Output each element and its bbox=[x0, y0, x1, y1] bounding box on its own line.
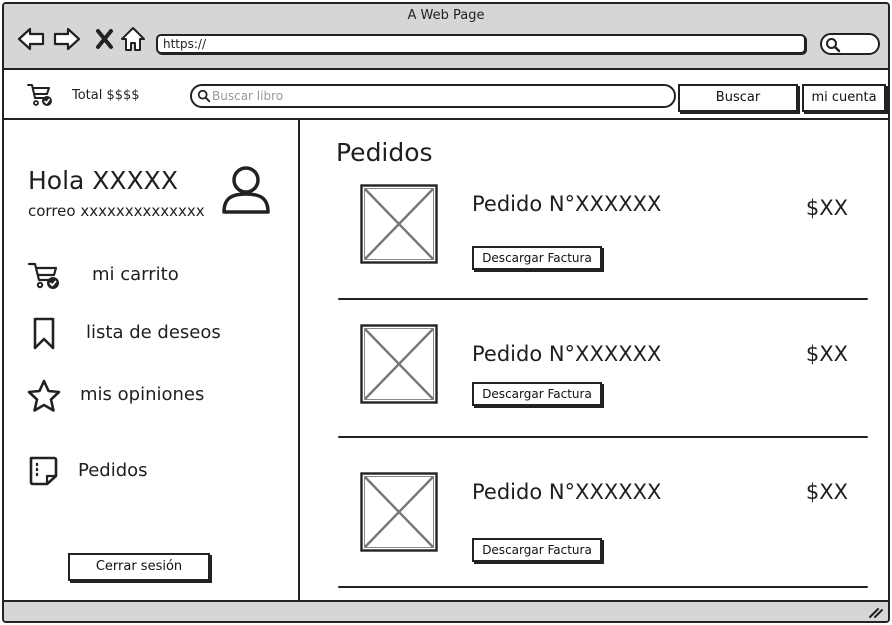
home-icon[interactable] bbox=[118, 24, 148, 54]
sidebar-item-label: mis opiniones bbox=[80, 384, 205, 405]
cart-total: Total $$$$ bbox=[72, 88, 140, 103]
browser-toolbar: A Web Page https:// bbox=[4, 4, 888, 70]
sidebar-item-label: Pedidos bbox=[78, 460, 148, 481]
book-search-input[interactable] bbox=[212, 87, 652, 105]
cart-icon[interactable] bbox=[26, 82, 54, 108]
sidebar-item-label: lista de deseos bbox=[86, 322, 221, 343]
star-icon bbox=[27, 379, 61, 412]
user-greeting: Hola XXXXX bbox=[28, 166, 178, 195]
resize-grip-icon[interactable] bbox=[868, 605, 884, 619]
order-price: $XX bbox=[805, 480, 848, 504]
order-divider bbox=[338, 298, 868, 300]
orders-panel: Pedidos Pedido N°XXXXXX $XX Descargar Fa… bbox=[302, 120, 888, 600]
status-bar bbox=[4, 600, 888, 621]
back-arrow-icon[interactable] bbox=[16, 24, 46, 54]
close-icon[interactable] bbox=[90, 24, 120, 54]
user-icon bbox=[222, 166, 270, 214]
page-title: Pedidos bbox=[336, 138, 433, 167]
search-button[interactable]: Buscar bbox=[678, 84, 798, 112]
user-email: correo xxxxxxxxxxxxxx bbox=[28, 202, 205, 220]
order-divider bbox=[338, 586, 868, 588]
search-icon bbox=[197, 89, 211, 103]
window-title: A Web Page bbox=[407, 8, 485, 23]
order-divider bbox=[338, 436, 868, 438]
image-placeholder-icon bbox=[360, 324, 438, 404]
forward-arrow-icon[interactable] bbox=[52, 24, 82, 54]
image-placeholder-icon bbox=[360, 472, 438, 552]
sidebar-item-reviews[interactable]: mis opiniones bbox=[26, 378, 246, 414]
bookmark-icon bbox=[33, 317, 55, 350]
order-number: Pedido N°XXXXXX bbox=[472, 192, 662, 216]
url-bar[interactable]: https:// bbox=[156, 34, 806, 54]
search-icon bbox=[826, 38, 841, 53]
book-search-field[interactable] bbox=[190, 84, 676, 108]
browser-search-field[interactable] bbox=[820, 33, 880, 55]
download-invoice-button[interactable]: Descargar Factura bbox=[472, 538, 602, 562]
app-header: Total $$$$ Buscar mi cuenta bbox=[4, 70, 888, 120]
order-item: Pedido N°XXXXXX $XX Descargar Factura bbox=[338, 472, 868, 612]
order-price: $XX bbox=[805, 342, 848, 366]
browser-window: A Web Page https:// Total $$$$ Buscar li… bbox=[2, 2, 890, 623]
order-number: Pedido N°XXXXXX bbox=[472, 342, 662, 366]
cart-icon bbox=[27, 262, 59, 289]
download-invoice-button[interactable]: Descargar Factura bbox=[472, 246, 602, 270]
sidebar-item-label: mi carrito bbox=[92, 264, 179, 285]
order-number: Pedido N°XXXXXX bbox=[472, 480, 662, 504]
order-price: $XX bbox=[805, 196, 848, 220]
image-placeholder-icon bbox=[360, 184, 438, 264]
order-item: Pedido N°XXXXXX $XX Descargar Factura bbox=[338, 322, 868, 462]
account-button[interactable]: mi cuenta bbox=[802, 84, 886, 112]
sidebar-item-orders[interactable]: Pedidos bbox=[26, 454, 206, 490]
sidebar-item-cart[interactable]: mi carrito bbox=[26, 258, 226, 294]
order-item: Pedido N°XXXXXX $XX Descargar Factura bbox=[338, 182, 868, 322]
document-icon bbox=[29, 456, 58, 486]
sidebar-item-wishlist[interactable]: lista de deseos bbox=[26, 316, 266, 352]
logout-button[interactable]: Cerrar sesión bbox=[68, 553, 210, 581]
download-invoice-button[interactable]: Descargar Factura bbox=[472, 382, 602, 406]
account-sidebar: Hola XXXXX correo xxxxxxxxxxxxxx mi carr… bbox=[4, 120, 300, 600]
